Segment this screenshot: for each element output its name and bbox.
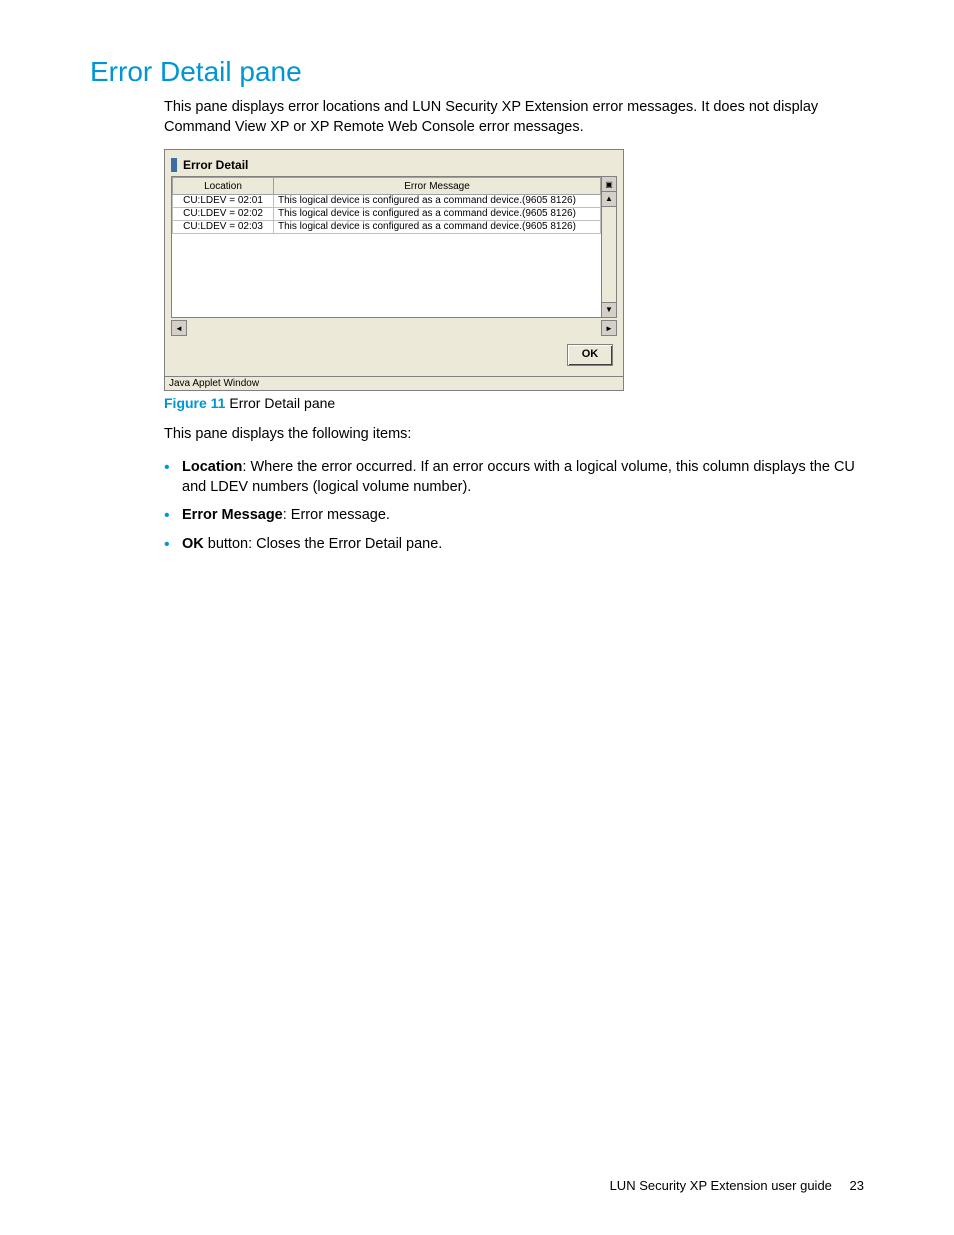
ok-button[interactable]: OK <box>567 344 613 366</box>
section-heading: Error Detail pane <box>90 56 864 88</box>
page-footer: LUN Security XP Extension user guide 23 <box>610 1178 864 1193</box>
vertical-scrollbar[interactable]: ▣ ▲ ▼ <box>602 176 617 318</box>
intro-paragraph: This pane displays error locations and L… <box>164 98 864 137</box>
cell-message: This logical device is configured as a c… <box>274 195 601 208</box>
bullet-term: OK <box>182 536 204 552</box>
applet-status-bar: Java Applet Window <box>165 376 623 390</box>
applet-title-text: Error Detail <box>183 158 248 172</box>
scroll-up-icon[interactable]: ▲ <box>602 192 616 207</box>
scroll-down-icon[interactable]: ▼ <box>602 302 616 317</box>
footer-title: LUN Security XP Extension user guide <box>610 1178 832 1193</box>
bullet-text: : Error message. <box>283 507 390 523</box>
list-item: Location: Where the error occurred. If a… <box>164 457 864 498</box>
cell-message: This logical device is configured as a c… <box>274 208 601 221</box>
col-message-header[interactable]: Error Message <box>274 178 601 195</box>
bullet-text: button: Closes the Error Detail pane. <box>204 536 443 552</box>
error-detail-applet: Error Detail Location Error Message <box>164 149 624 391</box>
cell-location: CU:LDEV = 02:03 <box>173 221 274 234</box>
cell-location: CU:LDEV = 02:02 <box>173 208 274 221</box>
scroll-thumb-icon[interactable]: ▣ <box>602 177 616 192</box>
figure-label: Figure 11 <box>164 395 225 411</box>
list-item: Error Message: Error message. <box>164 505 864 525</box>
cell-location: CU:LDEV = 02:01 <box>173 195 274 208</box>
error-table: Location Error Message CU:LDEV = 02:01 T… <box>172 177 601 234</box>
bullet-list: Location: Where the error occurred. If a… <box>164 457 864 554</box>
figure-caption-text: Error Detail pane <box>229 395 335 411</box>
table-row[interactable]: CU:LDEV = 02:02 This logical device is c… <box>173 208 601 221</box>
cell-message: This logical device is configured as a c… <box>274 221 601 234</box>
items-intro: This pane displays the following items: <box>164 425 864 445</box>
bullet-term: Location <box>182 459 242 475</box>
page-number: 23 <box>850 1178 864 1193</box>
list-item: OK button: Closes the Error Detail pane. <box>164 534 864 554</box>
table-row[interactable]: CU:LDEV = 02:01 This logical device is c… <box>173 195 601 208</box>
scroll-right-icon[interactable]: ► <box>601 320 617 336</box>
col-location-header[interactable]: Location <box>173 178 274 195</box>
table-row[interactable]: CU:LDEV = 02:03 This logical device is c… <box>173 221 601 234</box>
error-table-viewport: Location Error Message CU:LDEV = 02:01 T… <box>171 176 602 318</box>
applet-title: Error Detail <box>171 158 617 172</box>
title-marker-icon <box>171 158 177 172</box>
bullet-term: Error Message <box>182 507 283 523</box>
scroll-left-icon[interactable]: ◄ <box>171 320 187 336</box>
figure-caption: Figure 11 Error Detail pane <box>164 395 864 411</box>
horizontal-scrollbar[interactable]: ◄ ► <box>171 318 617 336</box>
bullet-text: : Where the error occurred. If an error … <box>182 459 855 495</box>
